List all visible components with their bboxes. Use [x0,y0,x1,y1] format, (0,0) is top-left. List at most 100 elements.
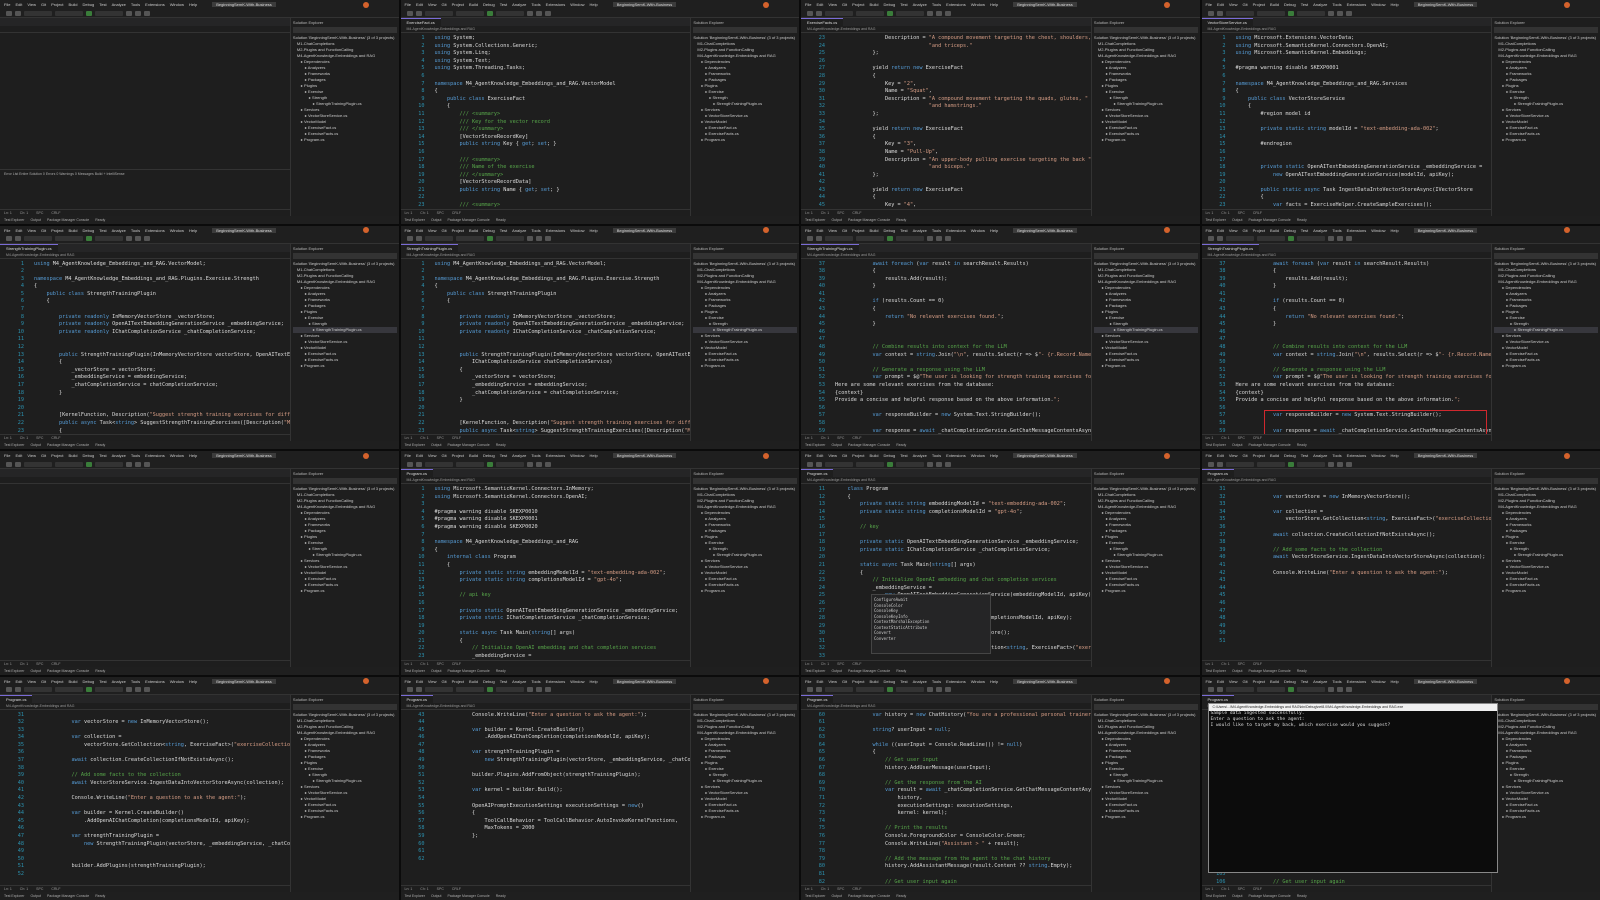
tab-program-cs[interactable]: Program.cs [801,694,834,703]
menu-item-extensions[interactable]: Extensions [1347,679,1367,684]
menu-item-file[interactable]: File [405,679,411,684]
menu-item-extensions[interactable]: Extensions [1347,228,1367,233]
menu-item-debug[interactable]: Debug [483,453,495,458]
toolbar-button[interactable] [526,10,533,16]
menu-item-help[interactable]: Help [990,2,998,7]
toolbar-button[interactable] [55,687,83,692]
bottom-tab[interactable]: Package Manager Console [47,218,89,222]
menu-item-git[interactable]: Git [41,2,46,7]
bottom-tab[interactable]: Test Explorer [4,218,24,222]
navigation-bar[interactable]: M4-AgentKnowledge-Embeddings and RAG [1201,26,1492,33]
menu-item-analyze[interactable]: Analyze [512,453,526,458]
menu-item-tools[interactable]: Tools [1332,2,1341,7]
toolbar-button[interactable] [1345,461,1352,467]
navigation-bar[interactable]: M4-AgentKnowledge-Embeddings and RAG [400,702,691,710]
toolbar-button[interactable] [15,461,21,467]
menu-item-debug[interactable]: Debug [483,228,495,233]
toolbar-button[interactable] [816,461,822,467]
user-avatar[interactable] [1163,678,1170,684]
navigation-bar[interactable]: M4-AgentKnowledge-Embeddings and RAG [0,251,290,259]
solution-explorer[interactable]: Solution Explorer Solution 'BeginningSemK… [1091,18,1200,216]
navigation-bar[interactable] [0,477,290,484]
bottom-tab[interactable]: Output [1232,443,1243,447]
toolbar-button[interactable] [1336,236,1343,241]
menu-item-file[interactable]: File [4,679,10,684]
user-avatar[interactable] [362,227,369,233]
menu-item-test[interactable]: Test [1301,453,1308,458]
solution-explorer[interactable]: Solution Explorer Solution 'BeginningSemK… [290,243,399,441]
menu-item-file[interactable]: File [405,228,411,233]
code-area[interactable]: 1 using M4_AgentKnowledge_Embeddings_and_… [401,259,690,435]
toolbar-button[interactable] [1287,10,1294,16]
menu-item-tools[interactable]: Tools [531,228,540,233]
toolbar-button[interactable] [86,10,92,16]
toolbar-button[interactable] [1345,10,1352,16]
bottom-tab[interactable]: Output [431,894,442,898]
bottom-tab[interactable]: Package Manager Console [47,669,89,673]
menu-item-extensions[interactable]: Extensions [946,679,966,684]
menu-item-file[interactable]: File [4,453,10,458]
toolbar-button[interactable] [95,461,123,467]
code-area[interactable]: 37 await foreach (var result in searchRe… [801,259,1091,435]
code-editor[interactable]: Program.csM4-AgentKnowledge-Embeddings a… [400,469,692,667]
bottom-tab[interactable]: Test Explorer [4,894,24,898]
menu-item-tools[interactable]: Tools [531,679,540,684]
menu-item-analyze[interactable]: Analyze [913,453,927,458]
menu-item-git[interactable]: Git [441,228,446,233]
toolbar-button[interactable] [936,687,942,692]
menu-item-view[interactable]: View [1229,228,1238,233]
toolbar-button[interactable] [126,461,132,467]
solution-explorer[interactable]: Solution Explorer Solution 'BeginningSemK… [290,18,399,216]
menu-item-build[interactable]: Build [469,2,478,7]
menu-item-view[interactable]: View [1229,2,1238,7]
menu-item-view[interactable]: View [1229,679,1238,684]
menu-item-file[interactable]: File [805,679,811,684]
menu-item-debug[interactable]: Debug [883,228,895,233]
bottom-tab[interactable]: Output [831,218,842,222]
toolbar-button[interactable] [424,461,453,467]
menu-item-file[interactable]: File [1206,679,1212,684]
menu-item-project[interactable]: Project [1253,679,1265,684]
toolbar-button[interactable] [415,461,422,467]
menu-item-analyze[interactable]: Analyze [1313,453,1327,458]
menu-item-test[interactable]: Test [1301,2,1308,7]
tab-program-cs[interactable]: Program.cs [400,469,433,477]
console-window[interactable]: C:\Users\...\M4-AgentKnowledge-Embedding… [1207,702,1498,873]
toolbar-button[interactable] [1287,461,1294,467]
menu-item-view[interactable]: View [828,228,837,233]
toolbar-button[interactable] [1216,687,1223,692]
bottom-tab[interactable]: Package Manager Console [1248,218,1290,222]
toolbar-button[interactable] [1216,10,1223,16]
bottom-tab[interactable]: Output [30,894,41,898]
toolbar-button[interactable] [816,687,822,692]
toolbar-button[interactable] [825,10,853,16]
menu-item-file[interactable]: File [4,228,10,233]
solution-item[interactable]: ▸ Program.cs [1094,814,1198,820]
toolbar-button[interactable] [927,10,933,16]
bottom-tab[interactable]: Output [831,669,842,673]
code-editor[interactable]: ExerciseFact.cs M4-AgentKnowledge-Embeddi… [400,18,692,216]
menu-item-help[interactable]: Help [189,453,197,458]
menu-item-project[interactable]: Project [1253,2,1265,7]
menu-item-build[interactable]: Build [469,228,478,233]
toolbar-button[interactable] [1225,461,1254,467]
menu-item-debug[interactable]: Debug [1284,453,1296,458]
tab-program-cs[interactable]: Program.cs [1201,469,1234,477]
bottom-tab[interactable]: Test Explorer [1206,443,1226,447]
menu-item-view[interactable]: View [27,453,36,458]
solution-item[interactable]: ▸ Program.cs [693,814,797,820]
bottom-tab[interactable]: Package Manager Console [447,669,489,673]
menu-item-test[interactable]: Test [99,228,106,233]
toolbar-button[interactable] [486,687,493,692]
tab-strengthtrainingplugin-cs[interactable]: StrengthTrainingPlugin.cs [1201,243,1260,252]
menu-item-build[interactable]: Build [1270,228,1279,233]
toolbar-button[interactable] [1225,687,1254,692]
menu-item-tools[interactable]: Tools [1332,679,1341,684]
solution-item[interactable]: ▸ Program.cs [293,814,397,820]
toolbar-button[interactable] [495,461,524,467]
menu-item-window[interactable]: Window [570,453,584,458]
menu-item-analyze[interactable]: Analyze [512,679,526,684]
menu-item-extensions[interactable]: Extensions [946,228,966,233]
menu-item-view[interactable]: View [27,2,36,7]
toolbar-button[interactable] [1207,236,1214,241]
